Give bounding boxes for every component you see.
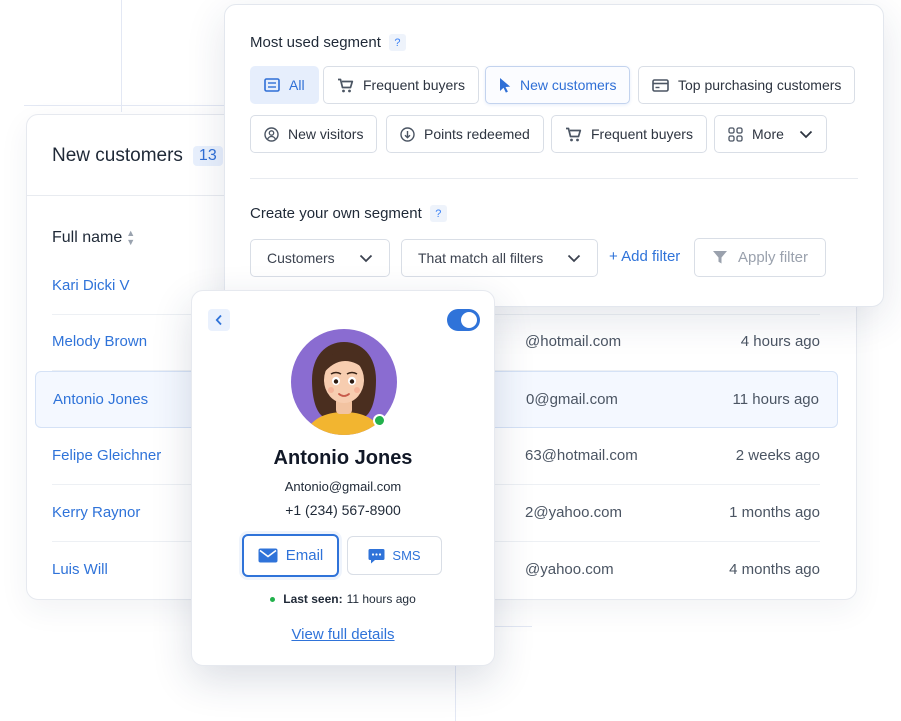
last-seen-label: Last seen: bbox=[283, 592, 343, 606]
segment-chip-all[interactable]: All bbox=[250, 66, 319, 104]
customer-count-badge: 13 bbox=[192, 146, 223, 166]
cart-icon bbox=[338, 78, 354, 92]
cart-icon bbox=[566, 127, 582, 141]
profile-email: Antonio@gmail.com bbox=[284, 479, 402, 494]
sms-button[interactable]: SMS bbox=[347, 536, 442, 575]
chip-label: Frequent buyers bbox=[363, 77, 465, 93]
chip-label: All bbox=[289, 77, 305, 93]
table-title-text: New customers bbox=[52, 145, 183, 166]
grid-icon bbox=[728, 126, 743, 142]
column-header-full-name[interactable]: Full name ▲ ▼ bbox=[52, 229, 135, 247]
chip-label: Top purchasing customers bbox=[678, 77, 842, 93]
online-status-dot bbox=[373, 414, 386, 427]
background-guide-line bbox=[121, 0, 122, 112]
profile-toggle[interactable] bbox=[447, 309, 480, 331]
customer-last-seen: 4 hours ago bbox=[740, 333, 820, 350]
customer-name-link[interactable]: Felipe Gleichner bbox=[52, 447, 161, 464]
customer-last-seen: 4 months ago bbox=[729, 561, 820, 578]
create-segment-title: Create your own segment ? bbox=[250, 205, 447, 222]
card-icon bbox=[652, 78, 669, 92]
select-value: That match all filters bbox=[418, 250, 544, 266]
chip-label: Frequent buyers bbox=[591, 126, 693, 142]
help-icon[interactable]: ? bbox=[429, 205, 447, 222]
online-indicator-icon bbox=[270, 596, 276, 602]
email-button-label: Email bbox=[285, 547, 324, 564]
chat-icon bbox=[368, 548, 385, 563]
segment-chip-new-visitors[interactable]: New visitors bbox=[250, 115, 378, 153]
customer-name-link[interactable]: Kari Dicki V bbox=[52, 277, 130, 294]
section-title-text: Most used segment bbox=[250, 34, 381, 51]
customer-last-seen: 2 weeks ago bbox=[735, 447, 820, 464]
segment-more-dropdown[interactable]: More bbox=[714, 115, 827, 153]
customer-name-link[interactable]: Kerry Raynor bbox=[52, 504, 140, 521]
chevron-down-icon bbox=[567, 254, 581, 262]
customer-name-link[interactable]: Melody Brown bbox=[52, 333, 147, 350]
customer-email: 2@yahoo.com bbox=[525, 504, 622, 521]
sort-icon[interactable]: ▲ ▼ bbox=[126, 229, 135, 247]
customer-profile-card: Antonio Jones Antonio@gmail.com +1 (234)… bbox=[191, 290, 495, 666]
segment-chip-top-purchasing[interactable]: Top purchasing customers bbox=[638, 66, 856, 104]
last-seen-value: 11 hours ago bbox=[346, 592, 416, 606]
sms-button-label: SMS bbox=[392, 548, 421, 563]
chevron-down-icon bbox=[799, 130, 813, 138]
profile-phone: +1 (234) 567-8900 bbox=[285, 502, 401, 518]
customer-name-link[interactable]: Luis Will bbox=[52, 561, 108, 578]
section-title-text: Create your own segment bbox=[250, 205, 422, 222]
arrow-down-circle-icon bbox=[400, 126, 415, 142]
chip-label: New visitors bbox=[288, 126, 364, 142]
segment-chip-points-redeemed[interactable]: Points redeemed bbox=[386, 115, 544, 153]
table-title: New customers 13 bbox=[52, 145, 223, 167]
list-icon bbox=[264, 78, 280, 92]
segment-panel: Most used segment ? All Frequent buyers … bbox=[224, 4, 884, 307]
segment-chip-new-customers[interactable]: New customers bbox=[485, 66, 631, 104]
profile-name: Antonio Jones bbox=[273, 447, 413, 469]
customer-email: 0@gmail.com bbox=[526, 391, 618, 408]
add-filter-link[interactable]: + Add filter bbox=[609, 248, 680, 265]
chip-label: New customers bbox=[520, 77, 617, 93]
customer-name-link[interactable]: Antonio Jones bbox=[53, 391, 148, 408]
filter-icon bbox=[712, 251, 727, 264]
mail-icon bbox=[258, 548, 278, 563]
last-seen-status: Last seen: 11 hours ago bbox=[192, 592, 494, 606]
select-value: Customers bbox=[267, 250, 335, 266]
customer-last-seen: 1 months ago bbox=[729, 504, 820, 521]
most-used-segment-title: Most used segment ? bbox=[250, 34, 406, 51]
customer-email: @yahoo.com bbox=[525, 561, 614, 578]
chevron-down-icon bbox=[359, 254, 373, 262]
chevron-left-icon bbox=[215, 314, 222, 326]
segment-chip-frequent-buyers[interactable]: Frequent buyers bbox=[323, 66, 479, 104]
match-filter-select[interactable]: That match all filters bbox=[401, 239, 598, 277]
divider bbox=[250, 178, 858, 179]
user-circle-icon bbox=[264, 126, 279, 142]
apply-filter-button[interactable]: Apply filter bbox=[694, 238, 826, 277]
cursor-icon bbox=[500, 78, 511, 93]
customers-select[interactable]: Customers bbox=[250, 239, 390, 277]
email-button[interactable]: Email bbox=[242, 534, 339, 577]
chip-label: Points redeemed bbox=[424, 126, 530, 142]
background-guide-line bbox=[24, 105, 224, 106]
chip-label: More bbox=[752, 126, 784, 142]
back-button[interactable] bbox=[208, 309, 230, 331]
app-stage: New customers 13 Full name ▲ ▼ Kari Dicki… bbox=[0, 0, 901, 721]
customer-email: @hotmail.com bbox=[525, 333, 622, 350]
column-header-label: Full name bbox=[52, 229, 123, 246]
segment-chip-frequent-buyers-2[interactable]: Frequent buyers bbox=[551, 115, 707, 153]
customer-email: 63@hotmail.com bbox=[525, 447, 638, 464]
apply-filter-label: Apply filter bbox=[737, 249, 809, 266]
customer-last-seen: 11 hours ago bbox=[732, 391, 819, 408]
help-icon[interactable]: ? bbox=[388, 34, 406, 51]
view-full-details-link[interactable]: View full details bbox=[192, 626, 494, 643]
